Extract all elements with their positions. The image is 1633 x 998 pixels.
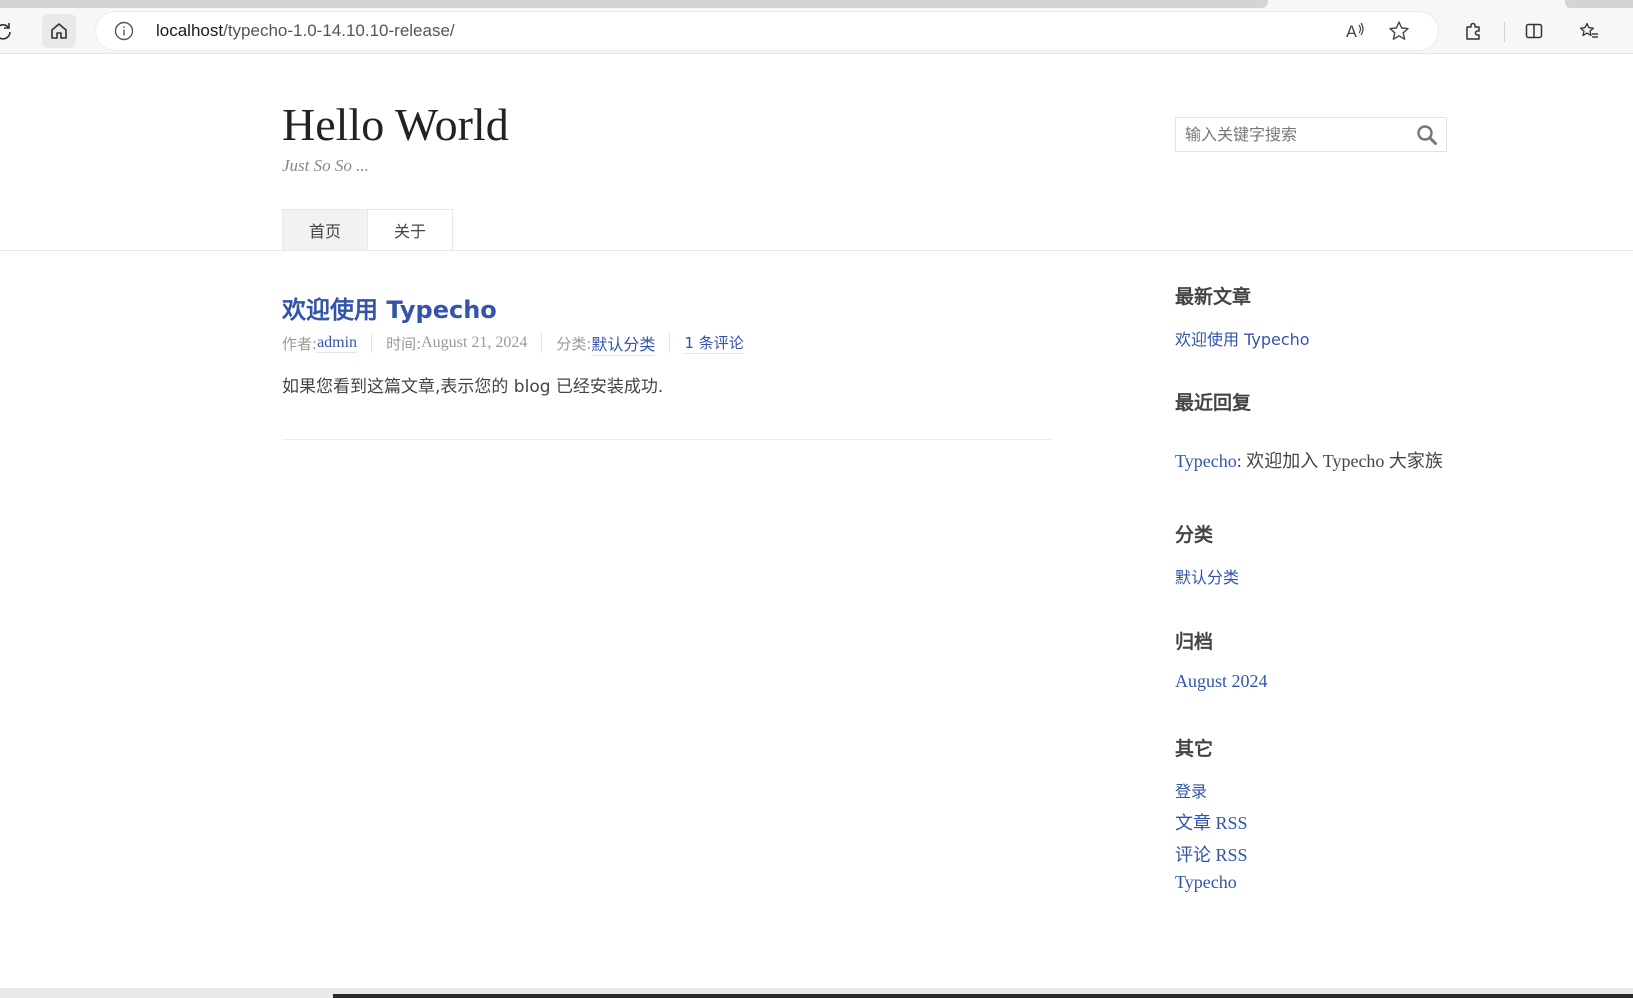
url-path: /typecho-1.0-14.10.10-release/	[223, 21, 455, 40]
post-author: 作者: admin	[282, 333, 373, 353]
reload-icon	[0, 23, 11, 40]
svg-text:A: A	[1346, 22, 1357, 41]
read-aloud-icon[interactable]: A	[1344, 20, 1366, 42]
recent-comment-item: Typecho: 欢迎加入 Typecho 大家族	[1175, 448, 1445, 474]
info-icon[interactable]	[114, 21, 134, 41]
widget-title-archives: 归档	[1175, 631, 1214, 653]
archive-item[interactable]: August 2024	[1175, 671, 1268, 692]
tab-strip	[0, 0, 1268, 8]
posts-rss-link[interactable]: 文章 RSS	[1175, 809, 1248, 835]
time-label: 时间:	[386, 334, 422, 353]
split-screen-icon	[1525, 23, 1543, 39]
widget-title-recent-comments: 最近回复	[1175, 392, 1252, 414]
reload-button[interactable]	[0, 14, 20, 48]
search-input[interactable]	[1176, 118, 1406, 151]
category-label: 分类:	[556, 334, 592, 353]
recent-post-link-label: 欢迎使用 Typecho	[1175, 330, 1310, 349]
home-icon	[51, 23, 67, 39]
typecho-link[interactable]: Typecho	[1175, 872, 1237, 893]
post-meta: 作者: admin 时间: August 21, 2024 分类: 默认分类 1…	[282, 331, 772, 356]
favorites-button[interactable]	[1572, 14, 1606, 48]
search-button[interactable]	[1414, 123, 1440, 147]
page: Hello World Just So So ... 首页 关于 欢迎使用 Ty…	[0, 54, 1633, 988]
widget-title-recent-posts: 最新文章	[1175, 286, 1252, 308]
browser-toolbar: localhost/typecho-1.0-14.10.10-release/ …	[0, 0, 1633, 54]
recent-comment-author[interactable]: Typecho	[1175, 451, 1237, 471]
widget-title-misc: 其它	[1175, 738, 1214, 760]
post-comments: 1 条评论	[684, 332, 757, 354]
nav-divider	[0, 250, 1633, 251]
favorites-list-icon	[1579, 22, 1598, 38]
recent-post-link[interactable]: 欢迎使用 Typecho	[1175, 326, 1310, 350]
url-host: localhost	[156, 21, 224, 40]
toolbar-separator	[1504, 22, 1505, 42]
address-bar[interactable]: localhost/typecho-1.0-14.10.10-release/ …	[96, 12, 1438, 50]
category-item[interactable]: 默认分类	[1175, 564, 1239, 588]
nav-item-home[interactable]: 首页	[282, 209, 369, 250]
author-link[interactable]: admin	[317, 334, 358, 353]
author-label: 作者:	[282, 334, 318, 353]
post-divider	[282, 439, 1051, 440]
nav-item-about[interactable]: 关于	[368, 209, 454, 250]
comments-rss-link[interactable]: 评论 RSS	[1175, 841, 1248, 867]
search-form	[1175, 117, 1447, 152]
login-link[interactable]: 登录	[1175, 778, 1207, 802]
url-text[interactable]: localhost/typecho-1.0-14.10.10-release/	[156, 21, 455, 41]
split-screen-button[interactable]	[1517, 14, 1551, 48]
recent-comment-text: : 欢迎加入 Typecho 大家族	[1236, 451, 1443, 471]
tab-strip-right	[1565, 0, 1633, 8]
post-time: 时间: August 21, 2024	[386, 333, 543, 353]
search-icon	[1417, 125, 1437, 145]
post-title[interactable]: 欢迎使用 Typecho	[282, 290, 497, 325]
site-title[interactable]: Hello World	[282, 98, 509, 151]
main-nav: 首页 关于	[282, 209, 454, 250]
time-value: August 21, 2024	[421, 334, 528, 351]
taskbar-edge	[333, 994, 1633, 998]
extensions-button[interactable]	[1456, 14, 1490, 48]
home-button[interactable]	[42, 14, 76, 48]
post-content: 如果您看到这篇文章,表示您的 blog 已经安装成功.	[282, 377, 664, 397]
favorite-star-icon[interactable]	[1388, 20, 1410, 42]
extensions-icon	[1466, 22, 1480, 40]
site-description: Just So So ...	[282, 156, 369, 175]
category-link[interactable]: 默认分类	[591, 331, 656, 356]
widget-title-categories: 分类	[1175, 524, 1214, 546]
comments-link[interactable]: 1 条评论	[684, 332, 744, 354]
post-category: 分类: 默认分类	[556, 331, 671, 356]
